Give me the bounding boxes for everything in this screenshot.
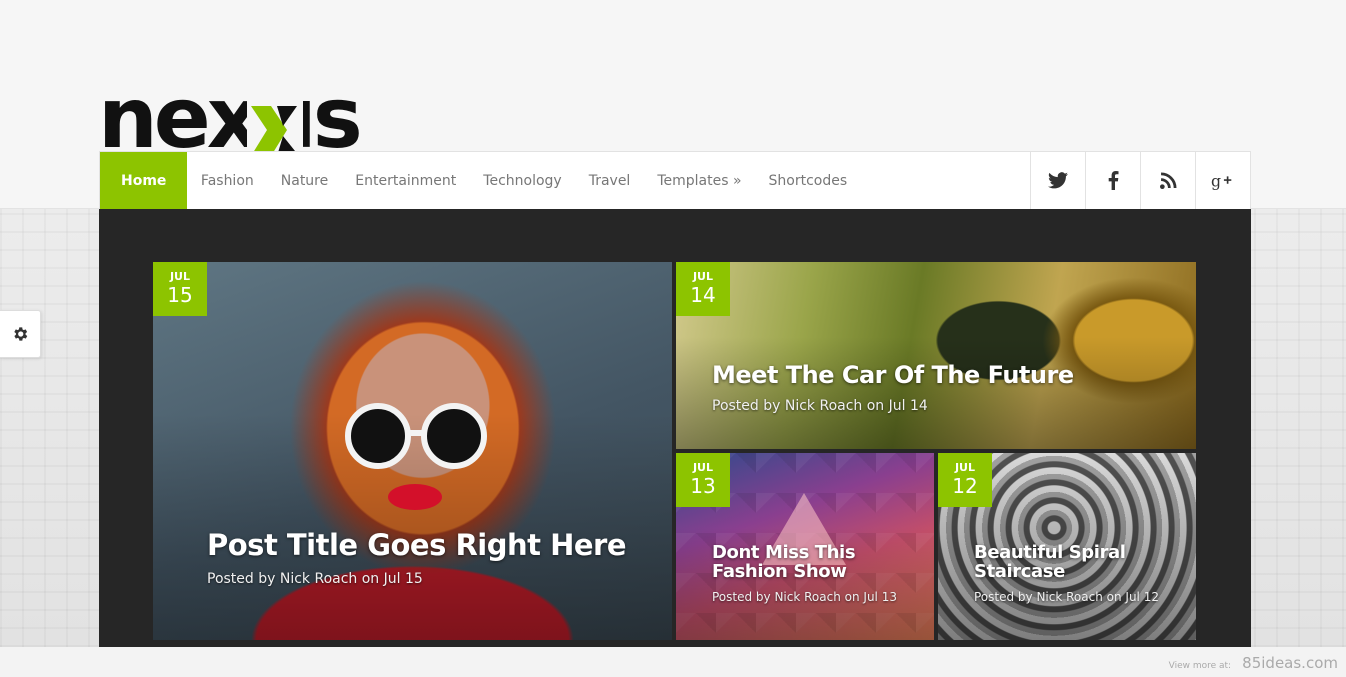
- svg-text:g: g: [1211, 172, 1221, 190]
- featured-post-card[interactable]: JUL 15 Post Title Goes Right Here Posted…: [153, 262, 672, 640]
- nav-item-technology[interactable]: Technology: [470, 152, 575, 209]
- sunglasses-graphic: [345, 403, 487, 469]
- nav-item-home[interactable]: Home: [100, 152, 188, 209]
- nav-item-nature[interactable]: Nature: [267, 152, 341, 209]
- date-month: JUL: [954, 461, 976, 474]
- gear-icon: [14, 327, 28, 341]
- view-more-label: View more at:: [1168, 661, 1232, 671]
- date-day: 13: [690, 474, 716, 498]
- date-day: 15: [167, 283, 193, 307]
- twitter-button[interactable]: [1030, 152, 1085, 209]
- post-meta: Posted by Nick Roach on Jul 12: [974, 590, 1159, 604]
- rss-button[interactable]: [1140, 152, 1195, 209]
- nav-item-templates[interactable]: Templates »: [644, 152, 755, 209]
- logo-x-accent: [247, 94, 303, 152]
- nav-item-label: Home: [121, 172, 167, 189]
- nav-item-label: Shortcodes: [768, 172, 848, 189]
- date-month: JUL: [692, 461, 714, 474]
- nav-item-label: Technology: [483, 172, 562, 189]
- post-title[interactable]: Dont Miss This Fashion Show: [712, 543, 922, 581]
- nav-item-fashion[interactable]: Fashion: [187, 152, 267, 209]
- rss-icon: [1159, 172, 1176, 189]
- facebook-button[interactable]: [1085, 152, 1140, 209]
- main-nav: Home Fashion Nature Entertainment Techno…: [99, 151, 1251, 209]
- post-date-badge: JUL 12: [938, 453, 992, 507]
- google-plus-button[interactable]: g: [1195, 152, 1250, 209]
- date-month: JUL: [169, 270, 191, 283]
- nav-item-label: Entertainment: [355, 172, 457, 189]
- logo-text: nexus: [98, 84, 363, 152]
- post-date-badge: JUL 14: [676, 262, 730, 316]
- post-title[interactable]: Meet The Car Of The Future: [712, 361, 1074, 389]
- nav-item-label: Nature: [280, 172, 329, 189]
- featured-panel: JUL 15 Post Title Goes Right Here Posted…: [99, 209, 1251, 647]
- twitter-icon: [1048, 172, 1068, 189]
- nav-item-label: Travel: [588, 172, 631, 189]
- post-title[interactable]: Post Title Goes Right Here: [207, 528, 626, 562]
- settings-toggle-button[interactable]: [0, 310, 41, 358]
- footer-bar: View more at: 85ideas.com: [0, 647, 1346, 677]
- post-date-badge: JUL 15: [153, 262, 207, 316]
- post-meta: Posted by Nick Roach on Jul 15: [207, 571, 423, 587]
- lips-graphic: [388, 484, 442, 510]
- date-day: 12: [952, 474, 978, 498]
- featured-post-card[interactable]: JUL 14 Meet The Car Of The Future Posted…: [676, 262, 1196, 449]
- nav-item-entertainment[interactable]: Entertainment: [342, 152, 470, 209]
- nav-item-shortcodes[interactable]: Shortcodes: [755, 152, 861, 209]
- view-more-link[interactable]: View more at: 85ideas.com: [1169, 653, 1338, 672]
- view-more-site: 85ideas.com: [1242, 654, 1338, 672]
- nav-item-travel[interactable]: Travel: [575, 152, 644, 209]
- post-meta: Posted by Nick Roach on Jul 13: [712, 590, 897, 604]
- post-meta: Posted by Nick Roach on Jul 14: [712, 398, 928, 414]
- post-title[interactable]: Beautiful Spiral Staircase: [974, 543, 1184, 581]
- featured-post-card[interactable]: JUL 13 Dont Miss This Fashion Show Poste…: [676, 453, 934, 640]
- nav-item-label: Templates »: [657, 172, 742, 189]
- date-day: 14: [690, 283, 716, 307]
- site-logo[interactable]: nexus: [98, 84, 408, 152]
- date-month: JUL: [692, 270, 714, 283]
- post-date-badge: JUL 13: [676, 453, 730, 507]
- google-plus-icon: g: [1211, 172, 1232, 190]
- nav-item-label: Fashion: [200, 172, 254, 189]
- featured-post-card[interactable]: JUL 12 Beautiful Spiral Staircase Posted…: [938, 453, 1196, 640]
- facebook-icon: [1108, 171, 1118, 190]
